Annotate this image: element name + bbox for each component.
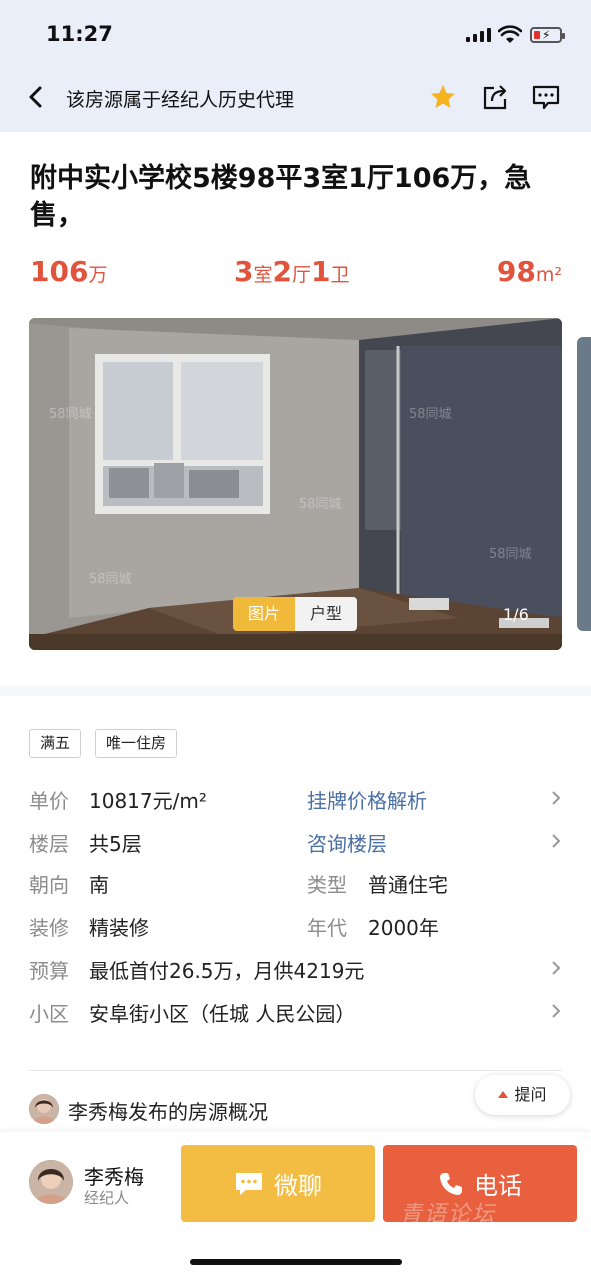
decoration-value: 精装修 xyxy=(89,916,149,940)
photo-watermark: 58同城 xyxy=(49,407,92,422)
tag-man-wu: 满五 xyxy=(29,729,82,758)
type-label: 类型 xyxy=(307,873,347,897)
agent-name: 李秀梅 xyxy=(84,1165,144,1189)
price-unit: 万 xyxy=(88,264,108,286)
forum-watermark: 青语论坛 xyxy=(400,1202,497,1227)
chevron-right-icon[interactable] xyxy=(550,959,562,977)
ask-label: 提问 xyxy=(514,1085,547,1104)
floor-label: 楼层 xyxy=(29,832,69,856)
tab-photos[interactable]: 图片 xyxy=(233,597,295,631)
photo-watermark: 58同城 xyxy=(409,407,452,422)
photo-watermark: 58同城 xyxy=(489,547,532,562)
floor-area: 98m² xyxy=(497,255,562,288)
unit-price-label: 单价 xyxy=(29,789,69,813)
avatar xyxy=(29,1094,59,1124)
back-icon[interactable] xyxy=(22,82,50,112)
floor-consult-link[interactable]: 咨询楼层 xyxy=(307,828,387,857)
room-layout: 3室2厅1卫 xyxy=(234,255,350,288)
price-value: 106 xyxy=(30,255,89,288)
baths-count: 1 xyxy=(311,255,331,288)
gallery-tabs: 图片 户型 xyxy=(233,597,357,631)
status-bar: 11:27 ⚡ xyxy=(0,0,591,70)
floor-value: 共5层 xyxy=(89,832,142,856)
unit-price-value: 10817元/m² xyxy=(89,789,207,813)
orientation-label: 朝向 xyxy=(29,873,69,897)
photo-watermark: 58同城 xyxy=(299,497,342,512)
area-unit: m² xyxy=(535,264,562,286)
next-photo-peek[interactable] xyxy=(577,337,591,631)
ask-button[interactable]: 提问 xyxy=(475,1075,570,1115)
chevron-right-icon[interactable] xyxy=(550,832,562,850)
navbar: 该房源属于经纪人历史代理 xyxy=(0,70,591,126)
chat-button[interactable]: 微聊 xyxy=(181,1145,375,1222)
chevron-right-icon[interactable] xyxy=(550,789,562,807)
chat-icon xyxy=(236,1172,262,1195)
battery-icon: ⚡ xyxy=(530,27,565,43)
agent-role: 经纪人 xyxy=(84,1189,130,1207)
year-label: 年代 xyxy=(307,916,347,940)
wifi-icon xyxy=(498,25,522,43)
signal-icon xyxy=(466,28,491,42)
overview-title: 李秀梅发布的房源概况 xyxy=(68,1100,268,1124)
chevron-right-icon[interactable] xyxy=(550,1002,562,1020)
decoration-label: 装修 xyxy=(29,916,69,940)
key-facts: 106万 3室2厅1卫 98m² xyxy=(30,255,562,295)
total-price: 106万 xyxy=(30,255,107,288)
share-icon[interactable] xyxy=(480,82,510,112)
year-value: 2000年 xyxy=(368,916,439,940)
halls-unit: 厅 xyxy=(291,264,311,286)
divider xyxy=(29,1070,562,1071)
agent-avatar[interactable] xyxy=(29,1160,73,1204)
photo-counter: 1/6 xyxy=(503,605,529,624)
message-icon[interactable] xyxy=(531,82,561,112)
tab-floorplan[interactable]: 户型 xyxy=(295,597,357,631)
baths-unit: 卫 xyxy=(330,264,350,286)
listing-title: 附中实小学校5楼98平3室1厅106万，急售， xyxy=(30,163,532,231)
phone-icon xyxy=(440,1172,462,1195)
caret-up-icon xyxy=(498,1091,509,1098)
halls-count: 2 xyxy=(272,255,292,288)
header: 11:27 ⚡ 该房源属于经纪人历史代理 xyxy=(0,0,591,132)
tag-only-house: 唯一住房 xyxy=(95,729,178,758)
area-value: 98 xyxy=(496,255,536,288)
orientation-value: 南 xyxy=(89,873,109,897)
status-time: 11:27 xyxy=(46,22,113,46)
star-icon[interactable] xyxy=(428,82,458,112)
type-value: 普通住宅 xyxy=(368,873,448,897)
page-title: 该房源属于经纪人历史代理 xyxy=(66,89,295,111)
section-divider xyxy=(0,686,591,696)
chat-label: 微聊 xyxy=(274,1172,322,1200)
rooms-unit: 室 xyxy=(253,264,273,286)
price-analysis-link[interactable]: 挂牌价格解析 xyxy=(307,785,427,814)
budget-value[interactable]: 最低首付26.5万，月供4219元 xyxy=(89,955,364,984)
photo-watermark: 58同城 xyxy=(89,572,132,587)
community-value[interactable]: 安阜街小区（任城 人民公园） xyxy=(89,998,355,1027)
home-indicator[interactable] xyxy=(190,1259,402,1265)
community-label: 小区 xyxy=(29,1002,69,1026)
rooms-count: 3 xyxy=(234,255,254,288)
budget-label: 预算 xyxy=(29,959,69,983)
